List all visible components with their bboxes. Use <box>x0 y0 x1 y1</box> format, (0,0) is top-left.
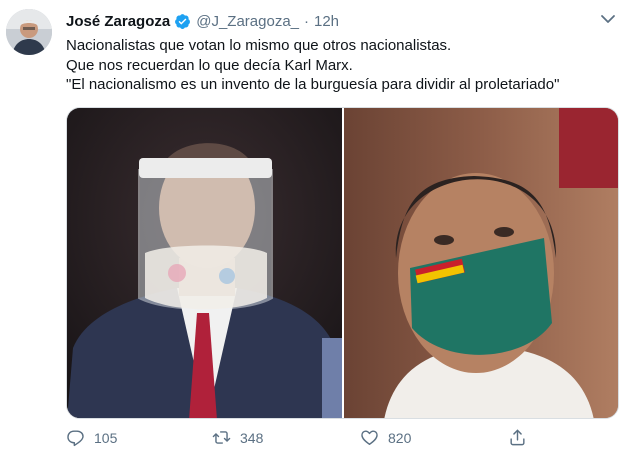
avatar-photo <box>6 9 52 55</box>
author-handle[interactable]: @J_Zaragoza_ <box>196 13 299 30</box>
tweet-text-line: Nacionalistas que votan lo mismo que otr… <box>66 37 452 54</box>
media-photo-left[interactable] <box>67 108 342 418</box>
tweet-text-line: "El nacionalismo es un invento de la bur… <box>66 76 560 93</box>
retweet-icon <box>212 431 231 444</box>
retweet-button[interactable]: 348 <box>212 428 263 447</box>
tweet-header: José Zaragoza @J_Zaragoza_ · 12h <box>66 10 339 32</box>
author-avatar[interactable] <box>6 9 52 55</box>
tweet-text: Nacionalistas que votan lo mismo que otr… <box>66 36 559 95</box>
author-name[interactable]: José Zaragoza <box>66 13 170 30</box>
tweet-text-line: Que nos recuerdan lo que decía Karl Marx… <box>66 56 353 74</box>
like-button[interactable]: 820 <box>360 428 411 447</box>
chevron-down-icon[interactable] <box>598 10 618 28</box>
separator-dot: · <box>304 12 309 30</box>
tweet-actions: 105 348 820 <box>66 428 546 450</box>
man-face-shield-photo <box>67 108 342 418</box>
share-button[interactable] <box>508 428 536 447</box>
tweet-timestamp[interactable]: 12h <box>314 13 339 30</box>
share-icon <box>510 429 525 446</box>
like-count: 820 <box>388 429 412 446</box>
verified-badge-icon <box>175 13 191 29</box>
heart-icon <box>361 430 378 445</box>
reply-icon <box>67 430 84 447</box>
media-photo-right[interactable] <box>344 108 618 418</box>
woman-flag-mask-photo <box>344 108 618 418</box>
reply-button[interactable]: 105 <box>66 428 117 447</box>
retweet-count: 348 <box>240 429 264 446</box>
reply-count: 105 <box>94 429 118 446</box>
tweet-media <box>66 107 619 419</box>
